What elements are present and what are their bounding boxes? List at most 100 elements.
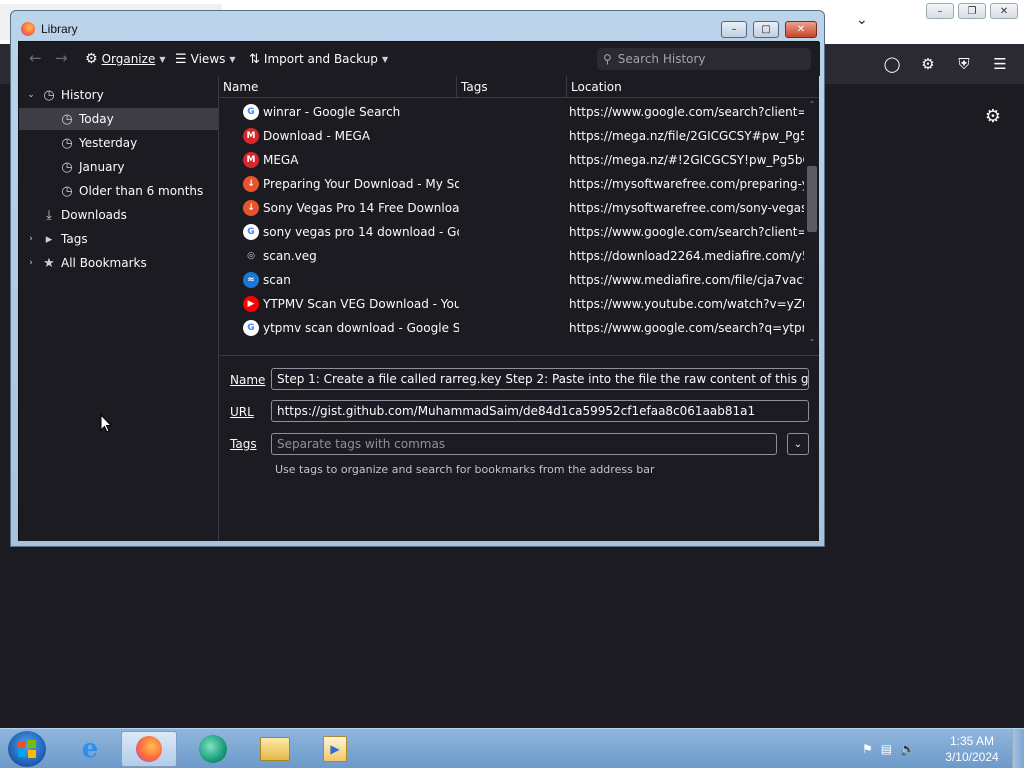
row-location: https://www.google.com/search?client=fir…: [569, 105, 804, 119]
taskbar-file-explorer[interactable]: [247, 731, 303, 767]
extensions-icon[interactable]: ⚙: [918, 54, 938, 74]
tree-label: Today: [79, 112, 114, 126]
history-row[interactable]: Gsony vegas pro 14 download - Go... https…: [219, 220, 809, 244]
background-close-button[interactable]: ✕: [990, 3, 1018, 19]
taskbar: e ▶ ⚑ ▤ 🔈 1:35 AM 3/10/2024: [0, 728, 1024, 768]
row-name: scan.veg: [263, 249, 317, 263]
column-tags[interactable]: Tags: [457, 76, 567, 98]
system-tray: ⚑ ▤ 🔈: [862, 739, 915, 759]
history-row[interactable]: M MEGA https://mega.nz/#!2GICGCSY!pw_Pg5bQ…: [219, 148, 809, 172]
search-history-input[interactable]: ⚲ Search History: [597, 48, 811, 70]
column-header: Name Tags Location: [219, 76, 819, 98]
maximize-button[interactable]: □: [753, 21, 779, 38]
tags-field[interactable]: Separate tags with commas: [271, 433, 777, 455]
row-location: https://www.google.com/search?q=ytpmv+: [569, 321, 804, 335]
scroll-down-icon[interactable]: ⌄: [807, 334, 817, 344]
ublock-shield-icon[interactable]: ⛨: [954, 54, 974, 74]
mouse-cursor-icon: [100, 414, 112, 433]
tree-item-yesterday[interactable]: ◷ Yesterday: [19, 132, 218, 154]
row-location: https://mysoftwarefree.com/preparing-you…: [569, 177, 804, 191]
star-icon: ★: [43, 255, 55, 271]
clock-icon: ◷: [61, 183, 73, 199]
background-minimize-button[interactable]: –: [926, 3, 954, 19]
taskbar-firefox[interactable]: [121, 731, 177, 767]
column-location[interactable]: Location: [567, 76, 819, 98]
history-row[interactable]: Gytpmv scan download - Google Se... https…: [219, 316, 809, 340]
history-row[interactable]: ◎ scan.veg https://download2264.mediafire.…: [219, 244, 809, 268]
history-row[interactable]: ↓ Sony Vegas Pro 14 Free Download ... http…: [219, 196, 809, 220]
tree-label: January: [79, 160, 125, 174]
chevron-down-icon[interactable]: ⌄: [25, 90, 37, 100]
tab-list-chevron-icon[interactable]: ⌄: [856, 12, 872, 30]
taskbar-media-player[interactable]: ▶: [307, 731, 363, 767]
clock-date: 3/10/2024: [945, 750, 999, 764]
tree-item-history[interactable]: ⌄ ◷ History: [19, 84, 218, 106]
row-name: Download - MEGA: [263, 129, 371, 143]
chevron-right-icon[interactable]: ›: [25, 234, 37, 244]
library-titlebar: Library: [21, 20, 78, 38]
tree-item-today[interactable]: ◷ Today: [19, 108, 218, 130]
history-list-panel: Name Tags Location Gwinrar - Google Sear…: [219, 76, 819, 541]
menu-hamburger-icon[interactable]: ☰: [990, 54, 1010, 74]
row-name: MEGA: [263, 153, 299, 167]
pocket-icon[interactable]: ◯: [882, 54, 902, 74]
row-name: YTPMV Scan VEG Download - You...: [263, 297, 459, 311]
history-row[interactable]: Gwinrar - Google Search https://www.googl…: [219, 100, 809, 124]
tree-item-all-bookmarks[interactable]: › ★ All Bookmarks: [19, 252, 218, 274]
column-name[interactable]: Name: [219, 76, 457, 98]
tree-item-january[interactable]: ◷ January: [19, 156, 218, 178]
minimize-button[interactable]: –: [721, 21, 747, 38]
close-button[interactable]: ✕: [785, 21, 817, 38]
forward-arrow-icon[interactable]: →: [55, 49, 68, 67]
name-field[interactable]: Step 1: Create a file called rarreg.key …: [271, 368, 809, 390]
places-tree: ⌄ ◷ History ◷ Today ◷ Yesterday ◷ Januar…: [19, 76, 219, 541]
vertical-scrollbar[interactable]: ⌃ ⌄: [805, 98, 819, 348]
history-row[interactable]: ▶ YTPMV Scan VEG Download - You... https:/…: [219, 292, 809, 316]
tree-label: History: [61, 88, 104, 102]
url-field[interactable]: https://gist.github.com/MuhammadSaim/de8…: [271, 400, 809, 422]
tree-item-tags[interactable]: › ▸ Tags: [19, 228, 218, 250]
google-icon: G: [243, 104, 259, 120]
tags-dropdown-button[interactable]: ⌄: [787, 433, 809, 455]
settings-gear-icon[interactable]: ⚙: [983, 106, 1003, 127]
tree-label: All Bookmarks: [61, 256, 147, 270]
row-name: Sony Vegas Pro 14 Free Download ...: [263, 201, 459, 215]
import-export-icon: ⇅: [249, 51, 260, 67]
start-button[interactable]: [8, 731, 46, 767]
scroll-up-icon[interactable]: ⌃: [807, 100, 817, 110]
taskbar-internet-explorer[interactable]: e: [62, 731, 118, 767]
history-row[interactable]: M Download - MEGA https://mega.nz/file/2GI…: [219, 124, 809, 148]
chevron-right-icon[interactable]: ›: [25, 258, 37, 268]
scrollbar-thumb[interactable]: [807, 166, 817, 232]
views-menu[interactable]: ☰ Views ▼: [175, 50, 236, 68]
row-location: https://download2264.mediafire.com/y5lkh: [569, 249, 804, 263]
tree-item-downloads[interactable]: ⤓ Downloads: [19, 204, 218, 226]
network-icon[interactable]: ▤: [881, 742, 892, 756]
chevron-down-icon: ▼: [159, 54, 166, 64]
library-toolbar: ← → ⚙ Organize ▼ ☰ Views ▼ ⇅ Import and …: [19, 42, 820, 76]
background-restore-button[interactable]: ❐: [958, 3, 986, 19]
history-row[interactable]: ↓ Preparing Your Download - My So... https…: [219, 172, 809, 196]
download-site-icon: ↓: [243, 176, 259, 192]
library-title: Library: [41, 22, 78, 36]
volume-muted-icon[interactable]: 🔈: [900, 742, 915, 756]
clock[interactable]: 1:35 AM 3/10/2024: [940, 733, 1004, 765]
chevron-down-icon: ▼: [229, 54, 236, 64]
row-location: https://mega.nz/#!2GICGCSY!pw_Pg5bQOV: [569, 153, 804, 167]
clock-icon: ◷: [43, 87, 55, 103]
import-backup-menu[interactable]: ⇅ Import and Backup ▼: [249, 50, 388, 68]
gear-icon: ⚙: [85, 51, 98, 67]
youtube-icon: ▶: [243, 296, 259, 312]
history-row[interactable]: ≈ scan https://www.mediafire.com/file/cja7…: [219, 268, 809, 292]
row-name: sony vegas pro 14 download - Go...: [263, 225, 459, 239]
row-location: https://www.mediafire.com/file/cja7vac9d…: [569, 273, 804, 287]
action-center-flag-icon[interactable]: ⚑: [862, 742, 873, 756]
media-player-icon: ▶: [323, 736, 347, 762]
organize-menu[interactable]: ⚙ Organize ▼: [85, 50, 165, 68]
import-backup-label: Import and Backup: [263, 52, 378, 66]
taskbar-browser[interactable]: [185, 731, 241, 767]
tree-item-older[interactable]: ◷ Older than 6 months: [19, 180, 218, 202]
back-arrow-icon[interactable]: ←: [29, 49, 42, 67]
show-desktop-button[interactable]: [1012, 729, 1024, 768]
row-location: https://www.youtube.com/watch?v=yZulgg: [569, 297, 804, 311]
